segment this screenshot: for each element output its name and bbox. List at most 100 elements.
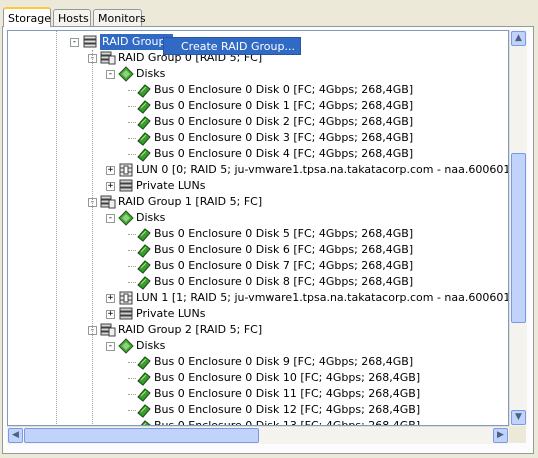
tree-node-bus-0-enclosure-0-disk-2-fc-4gbps-268-4g[interactable]: Bus 0 Enclosure 0 Disk 2 [FC; 4Gbps; 268…	[8, 114, 508, 130]
private-luns-icon	[118, 178, 134, 194]
tree-node-label[interactable]: Bus 0 Enclosure 0 Disk 12 [FC; 4Gbps; 26…	[154, 402, 420, 418]
raid-group-icon	[100, 50, 116, 66]
tree-node-bus-0-enclosure-0-disk-12-fc-4gbps-268-4[interactable]: Bus 0 Enclosure 0 Disk 12 [FC; 4Gbps; 26…	[8, 402, 508, 418]
tree-node-raid-group-2-raid-5-fc[interactable]: - RAID Group 2 [RAID 5; FC]	[8, 322, 508, 338]
disks-icon	[118, 338, 134, 354]
scroll-up-button[interactable]: ▲	[511, 31, 526, 46]
tree-node-bus-0-enclosure-0-disk-9-fc-4gbps-268-4g[interactable]: Bus 0 Enclosure 0 Disk 9 [FC; 4Gbps; 268…	[8, 354, 508, 370]
tree-node-bus-0-enclosure-0-disk-13-fc-4gbps-268-4[interactable]: Bus 0 Enclosure 0 Disk 13 [FC; 4Gbps; 26…	[8, 418, 508, 425]
scrollbar-corner	[509, 426, 526, 443]
tree-node-bus-0-enclosure-0-disk-4-fc-4gbps-268-4g[interactable]: Bus 0 Enclosure 0 Disk 4 [FC; 4Gbps; 268…	[8, 146, 508, 162]
tree-connector	[128, 154, 136, 155]
horizontal-scroll-thumb[interactable]	[24, 428, 259, 443]
tree-connector	[128, 250, 136, 251]
tree-node-label[interactable]: LUN 0 [0; RAID 5; ju-vmware1.tpsa.na.tak…	[136, 162, 508, 178]
collapse-icon[interactable]: -	[106, 342, 115, 351]
tree-node-lun-0-0-raid-5-ju-vmware1-tpsa-na-takata[interactable]: + LUN 0 [0; RAID 5; ju-vmware1.tpsa.na.ta…	[8, 162, 508, 178]
tree-node-label[interactable]: Bus 0 Enclosure 0 Disk 10 [FC; 4Gbps; 26…	[154, 370, 420, 386]
tree-node-bus-0-enclosure-0-disk-5-fc-4gbps-268-4g[interactable]: Bus 0 Enclosure 0 Disk 5 [FC; 4Gbps; 268…	[8, 226, 508, 242]
scroll-left-button[interactable]: ◀	[8, 428, 23, 443]
tree-node-label[interactable]: LUN 1 [1; RAID 5; ju-vmware1.tpsa.na.tak…	[136, 290, 508, 306]
disk-icon	[136, 130, 152, 146]
tree-connector	[128, 282, 136, 283]
storage-tree[interactable]: - RAID Groups - RAID Group 0 [RAID 5; FC] - D…	[7, 30, 509, 426]
tree-node-private-luns[interactable]: + Private LUNs	[8, 178, 508, 194]
tree-node-bus-0-enclosure-0-disk-6-fc-4gbps-268-4g[interactable]: Bus 0 Enclosure 0 Disk 6 [FC; 4Gbps; 268…	[8, 242, 508, 258]
disk-icon	[136, 386, 152, 402]
tree-node-lun-1-1-raid-5-ju-vmware1-tpsa-na-takata[interactable]: + LUN 1 [1; RAID 5; ju-vmware1.tpsa.na.ta…	[8, 290, 508, 306]
raid-groups-icon	[82, 34, 98, 50]
context-menu-create-raid-group[interactable]: Create RAID Group...	[163, 37, 301, 55]
tab-storage[interactable]: Storage	[3, 7, 51, 27]
disk-icon	[136, 146, 152, 162]
tree-guide-line	[92, 50, 93, 425]
expand-icon[interactable]: +	[106, 310, 115, 319]
tree-node-label[interactable]: Bus 0 Enclosure 0 Disk 1 [FC; 4Gbps; 268…	[154, 98, 413, 114]
tree-guide-line	[56, 31, 57, 425]
tree-node-private-luns[interactable]: + Private LUNs	[8, 306, 508, 322]
tree-connector	[128, 266, 136, 267]
tree-node-label[interactable]: Bus 0 Enclosure 0 Disk 4 [FC; 4Gbps; 268…	[154, 146, 413, 162]
tree-node-label[interactable]: Bus 0 Enclosure 0 Disk 2 [FC; 4Gbps; 268…	[154, 114, 413, 130]
tree-node-label[interactable]: Bus 0 Enclosure 0 Disk 6 [FC; 4Gbps; 268…	[154, 242, 413, 258]
tree-node-label[interactable]: Bus 0 Enclosure 0 Disk 0 [FC; 4Gbps; 268…	[154, 82, 413, 98]
tree-node-label[interactable]: Bus 0 Enclosure 0 Disk 7 [FC; 4Gbps; 268…	[154, 258, 413, 274]
tree-node-label[interactable]: Bus 0 Enclosure 0 Disk 3 [FC; 4Gbps; 268…	[154, 130, 413, 146]
tab-monitors[interactable]: Monitors	[93, 9, 146, 26]
disk-icon	[136, 82, 152, 98]
tree-node-label[interactable]: RAID Group 1 [RAID 5; FC]	[118, 194, 262, 210]
tree-node-raid-group-1-raid-5-fc[interactable]: - RAID Group 1 [RAID 5; FC]	[8, 194, 508, 210]
tree-node-bus-0-enclosure-0-disk-3-fc-4gbps-268-4g[interactable]: Bus 0 Enclosure 0 Disk 3 [FC; 4Gbps; 268…	[8, 130, 508, 146]
tree-node-label[interactable]: Disks	[136, 338, 165, 354]
scroll-down-button[interactable]: ▼	[511, 410, 526, 425]
tree-node-label[interactable]: Disks	[136, 210, 165, 226]
tree-node-label[interactable]: RAID Group 2 [RAID 5; FC]	[118, 322, 262, 338]
tree-node-label[interactable]: Bus 0 Enclosure 0 Disk 8 [FC; 4Gbps; 268…	[154, 274, 413, 290]
tree-node-label[interactable]: Disks	[136, 66, 165, 82]
disk-icon	[136, 418, 152, 425]
lun-icon	[118, 290, 134, 306]
disk-icon	[136, 114, 152, 130]
tree-node-bus-0-enclosure-0-disk-7-fc-4gbps-268-4g[interactable]: Bus 0 Enclosure 0 Disk 7 [FC; 4Gbps; 268…	[8, 258, 508, 274]
tree-node-bus-0-enclosure-0-disk-10-fc-4gbps-268-4[interactable]: Bus 0 Enclosure 0 Disk 10 [FC; 4Gbps; 26…	[8, 370, 508, 386]
tree-node-disks[interactable]: - Disks	[8, 338, 508, 354]
expand-icon[interactable]: +	[106, 182, 115, 191]
collapse-icon[interactable]: -	[106, 70, 115, 79]
tree-connector	[128, 122, 136, 123]
tree-node-bus-0-enclosure-0-disk-1-fc-4gbps-268-4g[interactable]: Bus 0 Enclosure 0 Disk 1 [FC; 4Gbps; 268…	[8, 98, 508, 114]
disks-icon	[118, 66, 134, 82]
tree-connector	[128, 394, 136, 395]
disk-icon	[136, 402, 152, 418]
tree-node-label[interactable]: Bus 0 Enclosure 0 Disk 13 [FC; 4Gbps; 26…	[154, 418, 420, 425]
disk-icon	[136, 370, 152, 386]
disks-icon	[118, 210, 134, 226]
tree-connector	[128, 106, 136, 107]
tree-node-label[interactable]: Private LUNs	[136, 178, 205, 194]
tree-connector	[128, 90, 136, 91]
tree-node-disks[interactable]: - Disks	[8, 210, 508, 226]
tree-node-bus-0-enclosure-0-disk-11-fc-4gbps-268-4[interactable]: Bus 0 Enclosure 0 Disk 11 [FC; 4Gbps; 26…	[8, 386, 508, 402]
tree-node-disks[interactable]: - Disks	[8, 66, 508, 82]
expand-icon[interactable]: +	[106, 166, 115, 175]
tree-node-label[interactable]: Bus 0 Enclosure 0 Disk 5 [FC; 4Gbps; 268…	[154, 226, 413, 242]
tree-node-label[interactable]: Bus 0 Enclosure 0 Disk 9 [FC; 4Gbps; 268…	[154, 354, 413, 370]
tree-connector	[128, 138, 136, 139]
tree-node-bus-0-enclosure-0-disk-8-fc-4gbps-268-4g[interactable]: Bus 0 Enclosure 0 Disk 8 [FC; 4Gbps; 268…	[8, 274, 508, 290]
raid-group-icon	[100, 194, 116, 210]
lun-icon	[118, 162, 134, 178]
tree-node-label[interactable]: Private LUNs	[136, 306, 205, 322]
scroll-right-button[interactable]: ▶	[493, 428, 508, 443]
tree-node-bus-0-enclosure-0-disk-0-fc-4gbps-268-4g[interactable]: Bus 0 Enclosure 0 Disk 0 [FC; 4Gbps; 268…	[8, 82, 508, 98]
collapse-icon[interactable]: -	[70, 38, 79, 47]
vertical-scrollbar[interactable]: ▲ ▼	[509, 30, 527, 426]
disk-icon	[136, 242, 152, 258]
disk-icon	[136, 258, 152, 274]
vertical-scroll-thumb[interactable]	[511, 152, 526, 323]
tree-connector	[128, 362, 136, 363]
horizontal-scrollbar[interactable]: ◀ ▶	[7, 426, 509, 444]
disk-icon	[136, 226, 152, 242]
collapse-icon[interactable]: -	[106, 214, 115, 223]
tree-node-label[interactable]: Bus 0 Enclosure 0 Disk 11 [FC; 4Gbps; 26…	[154, 386, 420, 402]
tab-hosts[interactable]: Hosts	[53, 9, 91, 26]
expand-icon[interactable]: +	[106, 294, 115, 303]
